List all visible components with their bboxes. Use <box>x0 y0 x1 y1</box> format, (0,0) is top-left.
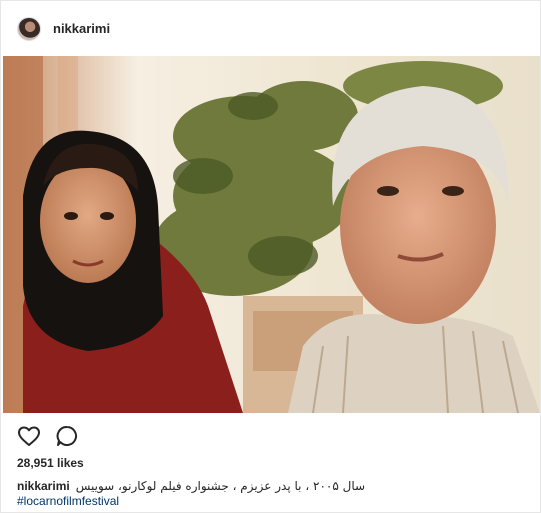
photo-image <box>3 56 540 413</box>
post-header: nikkarimi <box>1 1 540 56</box>
caption-hashtag[interactable]: #locarnofilmfestival <box>17 494 527 508</box>
instagram-post: nikkarimi 28,951 likes nikkarimi سال ۲۰۰… <box>0 0 541 513</box>
caption-text: سال ۲۰۰۵ ، با پدر عزیزم ، جشنواره فیلم ل… <box>75 479 366 493</box>
heart-outline-icon[interactable] <box>17 424 41 448</box>
post-actions <box>1 423 540 449</box>
caption-username[interactable]: nikkarimi <box>17 479 70 493</box>
likes-count[interactable]: 28,951 likes <box>17 456 84 470</box>
post-username[interactable]: nikkarimi <box>53 21 110 36</box>
comment-bubble-icon[interactable] <box>55 424 79 448</box>
post-photo[interactable] <box>3 56 540 413</box>
profile-avatar[interactable] <box>17 16 41 41</box>
post-caption: nikkarimi سال ۲۰۰۵ ، با پدر عزیزم ، جشنوا… <box>17 479 527 508</box>
